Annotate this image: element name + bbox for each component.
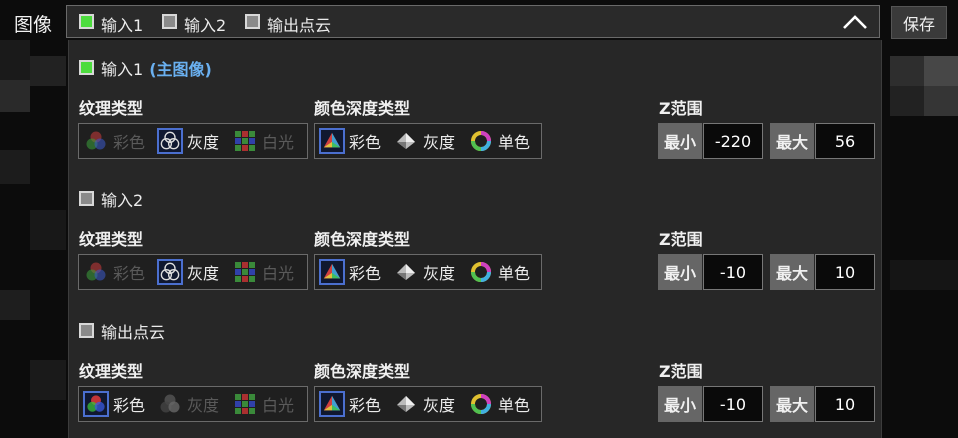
color-ring-icon xyxy=(468,391,494,417)
depth-option-gray[interactable]: 灰度 xyxy=(393,126,455,156)
texture-option-color: 彩色 xyxy=(83,257,145,287)
section-title: 输入1 (主图像) xyxy=(101,60,212,79)
depth-option-mono[interactable]: 单色 xyxy=(468,389,530,419)
gray-circles-icon xyxy=(157,391,183,417)
depth-color-type-header: 颜色深度类型 xyxy=(314,99,411,118)
combo-label-input1: 输入1 xyxy=(101,16,144,35)
bayer-grid-icon xyxy=(232,259,258,285)
z-max-label: 最大 xyxy=(770,254,814,290)
bayer-grid-icon xyxy=(232,128,258,154)
texture-type-group: 彩色 灰度 白光 xyxy=(78,123,308,159)
background-image-tile xyxy=(890,56,924,86)
depth-option-mono[interactable]: 单色 xyxy=(468,257,530,287)
dropdown-panel: 输入1 (主图像) 纹理类型 颜色深度类型 Z范围 彩色 灰度 白光 彩色 灰度… xyxy=(68,40,882,438)
section-output-cloud: 输出点云 纹理类型 颜色深度类型 Z范围 彩色 灰度 白光 彩色 灰度 单色 最… xyxy=(69,303,881,433)
image-select-combo[interactable]: 输入1 输入2 输出点云 xyxy=(66,5,880,38)
section-title: 输入2 xyxy=(101,191,144,210)
depth-color-type-header: 颜色深度类型 xyxy=(314,362,411,381)
z-min-input[interactable] xyxy=(703,254,763,290)
texture-type-header: 纹理类型 xyxy=(79,362,144,381)
background-image-tile xyxy=(890,260,958,290)
depth-color-type-group: 彩色 灰度 单色 xyxy=(314,254,542,290)
depth-color-type-header: 颜色深度类型 xyxy=(314,230,411,249)
z-min-label: 最小 xyxy=(658,254,702,290)
background-image-tile xyxy=(0,80,30,112)
depth-option-color[interactable]: 彩色 xyxy=(319,389,381,419)
background-image-tile xyxy=(924,86,958,116)
section-checkbox-output-cloud[interactable] xyxy=(79,323,94,338)
texture-type-header: 纹理类型 xyxy=(79,230,144,249)
texture-type-group: 彩色 灰度 白光 xyxy=(78,386,308,422)
image-label: 图像 xyxy=(14,14,53,36)
combo-checkbox-output-cloud[interactable] xyxy=(245,14,260,29)
texture-option-gray[interactable]: 灰度 xyxy=(157,257,219,287)
main-image-tag: (主图像) xyxy=(149,60,212,79)
z-max-input[interactable] xyxy=(815,123,875,159)
texture-type-header: 纹理类型 xyxy=(79,99,144,118)
gray-pyramid-icon xyxy=(393,128,419,154)
depth-option-gray[interactable]: 灰度 xyxy=(393,389,455,419)
texture-option-gray[interactable]: 灰度 xyxy=(157,126,219,156)
combo-label-output-cloud: 输出点云 xyxy=(267,16,332,35)
z-range-header: Z范围 xyxy=(659,99,703,118)
texture-option-white-light: 白光 xyxy=(232,257,294,287)
depth-option-color[interactable]: 彩色 xyxy=(319,257,381,287)
z-min-input[interactable] xyxy=(703,386,763,422)
z-min-input[interactable] xyxy=(703,123,763,159)
gray-pyramid-icon xyxy=(393,259,419,285)
texture-option-white-light: 白光 xyxy=(232,126,294,156)
section-input1: 输入1 (主图像) 纹理类型 颜色深度类型 Z范围 彩色 灰度 白光 彩色 灰度… xyxy=(69,40,881,170)
background-image-tile xyxy=(0,150,30,184)
depth-option-color[interactable]: 彩色 xyxy=(319,126,381,156)
color-pyramid-icon xyxy=(319,259,345,285)
z-max-input[interactable] xyxy=(815,386,875,422)
background-image-tile xyxy=(30,210,66,250)
rgb-circles-icon xyxy=(83,391,109,417)
background-image-tile xyxy=(30,360,66,400)
texture-option-white-light: 白光 xyxy=(232,389,294,419)
texture-option-color[interactable]: 彩色 xyxy=(83,389,145,419)
z-range-header: Z范围 xyxy=(659,362,703,381)
bayer-grid-icon xyxy=(232,391,258,417)
z-max-label: 最大 xyxy=(770,386,814,422)
color-pyramid-icon xyxy=(319,391,345,417)
depth-color-type-group: 彩色 灰度 单色 xyxy=(314,386,542,422)
background-image-tile xyxy=(0,290,30,320)
background-image-tile xyxy=(924,56,958,86)
background-image-tile xyxy=(30,56,66,86)
background-image-tile xyxy=(890,86,924,116)
color-ring-icon xyxy=(468,259,494,285)
z-range-header: Z范围 xyxy=(659,230,703,249)
color-ring-icon xyxy=(468,128,494,154)
gray-circles-icon xyxy=(157,259,183,285)
texture-option-color: 彩色 xyxy=(83,126,145,156)
rgb-circles-icon xyxy=(83,259,109,285)
gray-circles-icon xyxy=(157,128,183,154)
z-max-input[interactable] xyxy=(815,254,875,290)
section-checkbox-input2[interactable] xyxy=(79,191,94,206)
color-pyramid-icon xyxy=(319,128,345,154)
z-min-label: 最小 xyxy=(658,386,702,422)
depth-option-gray[interactable]: 灰度 xyxy=(393,257,455,287)
save-button[interactable]: 保存 xyxy=(891,6,947,39)
section-input2: 输入2 纹理类型 颜色深度类型 Z范围 彩色 灰度 白光 彩色 灰度 单色 最小… xyxy=(69,171,881,301)
combo-checkbox-input2[interactable] xyxy=(162,14,177,29)
combo-label-input2: 输入2 xyxy=(184,16,227,35)
chevron-up-icon[interactable] xyxy=(841,12,869,32)
texture-option-gray: 灰度 xyxy=(157,389,219,419)
gray-pyramid-icon xyxy=(393,391,419,417)
depth-color-type-group: 彩色 灰度 单色 xyxy=(314,123,542,159)
rgb-circles-icon xyxy=(83,128,109,154)
texture-type-group: 彩色 灰度 白光 xyxy=(78,254,308,290)
section-title: 输出点云 xyxy=(101,323,166,342)
z-min-label: 最小 xyxy=(658,123,702,159)
depth-option-mono[interactable]: 单色 xyxy=(468,126,530,156)
z-max-label: 最大 xyxy=(770,123,814,159)
background-image-tile xyxy=(0,40,30,80)
section-checkbox-input1[interactable] xyxy=(79,60,94,75)
combo-checkbox-input1[interactable] xyxy=(79,14,94,29)
